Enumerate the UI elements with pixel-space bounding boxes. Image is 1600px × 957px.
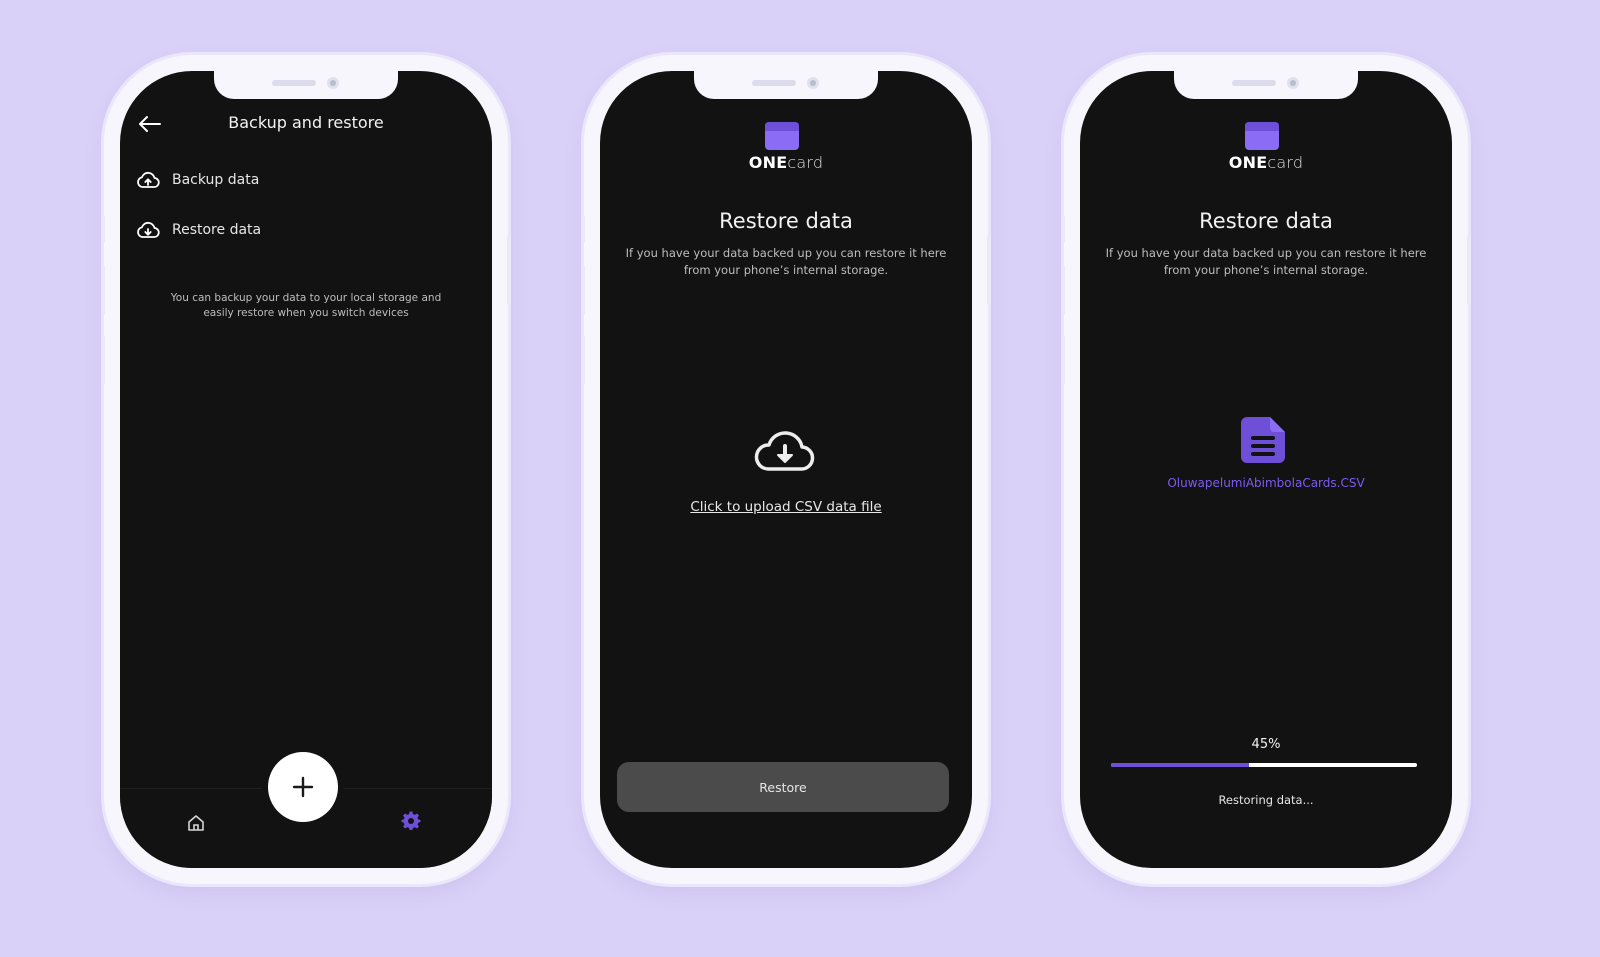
upload-csv-link[interactable]: Click to upload CSV data file — [600, 499, 972, 515]
document-icon — [1241, 417, 1285, 463]
page-title: Restore data — [1199, 209, 1333, 233]
side-button — [1467, 235, 1471, 305]
page-title: Backup and restore — [228, 113, 384, 132]
side-button — [987, 235, 991, 305]
speaker — [1232, 80, 1276, 86]
notch — [694, 71, 878, 99]
page-subtitle: If you have your data backed up you can … — [1105, 246, 1427, 277]
brand-logo: ONEcard — [1228, 153, 1304, 172]
side-button — [507, 235, 511, 305]
notch — [214, 71, 398, 99]
progress-fill — [1111, 763, 1249, 767]
menu-item-restore-data[interactable]: Restore data — [136, 217, 261, 243]
progress-status: Restoring data... — [1218, 793, 1314, 807]
phone-backup-restore: Backup and restore Backup data Restore d… — [101, 55, 511, 884]
speaker — [272, 80, 316, 86]
card-logo-icon — [1245, 122, 1279, 150]
info-note: You can backup your data to your local s… — [170, 292, 442, 319]
side-button — [101, 335, 105, 385]
screen: ONEcard Restore data If you have your da… — [600, 71, 972, 868]
cloud-download-icon — [137, 221, 160, 238]
side-button — [1061, 215, 1065, 243]
side-button — [581, 215, 585, 243]
side-button — [101, 265, 105, 315]
camera — [807, 77, 819, 89]
gear-icon[interactable] — [401, 811, 421, 831]
side-button — [1061, 265, 1065, 315]
side-button — [581, 335, 585, 385]
page-title: Restore data — [719, 209, 853, 233]
side-button — [581, 265, 585, 315]
progress-percent: 45% — [1251, 737, 1281, 752]
file-name: OluwapelumiAbimbolaCards.CSV — [1167, 476, 1365, 490]
notch — [1174, 71, 1358, 99]
menu-item-label: Backup data — [172, 172, 260, 188]
camera — [1287, 77, 1299, 89]
add-button[interactable] — [268, 752, 338, 822]
side-button — [1061, 335, 1065, 385]
menu-item-backup-data[interactable]: Backup data — [136, 167, 259, 193]
card-logo-icon — [765, 122, 799, 150]
cloud-upload-icon — [137, 171, 160, 188]
side-button — [101, 215, 105, 243]
plus-icon — [292, 776, 314, 798]
speaker — [752, 80, 796, 86]
home-icon[interactable] — [186, 813, 206, 833]
cloud-download-icon[interactable] — [754, 429, 816, 473]
camera — [327, 77, 339, 89]
progress-bar — [1111, 763, 1417, 767]
restore-button[interactable]: Restore — [617, 762, 949, 812]
screen: Backup and restore Backup data Restore d… — [120, 71, 492, 868]
menu-item-label: Restore data — [172, 222, 262, 238]
brand-logo: ONEcard — [748, 153, 824, 172]
phone-restore-upload: ONEcard Restore data If you have your da… — [581, 55, 991, 884]
screen: ONEcard Restore data If you have your da… — [1080, 71, 1452, 868]
page-subtitle: If you have your data backed up you can … — [625, 246, 947, 277]
phone-restore-progress: ONEcard Restore data If you have your da… — [1061, 55, 1471, 884]
